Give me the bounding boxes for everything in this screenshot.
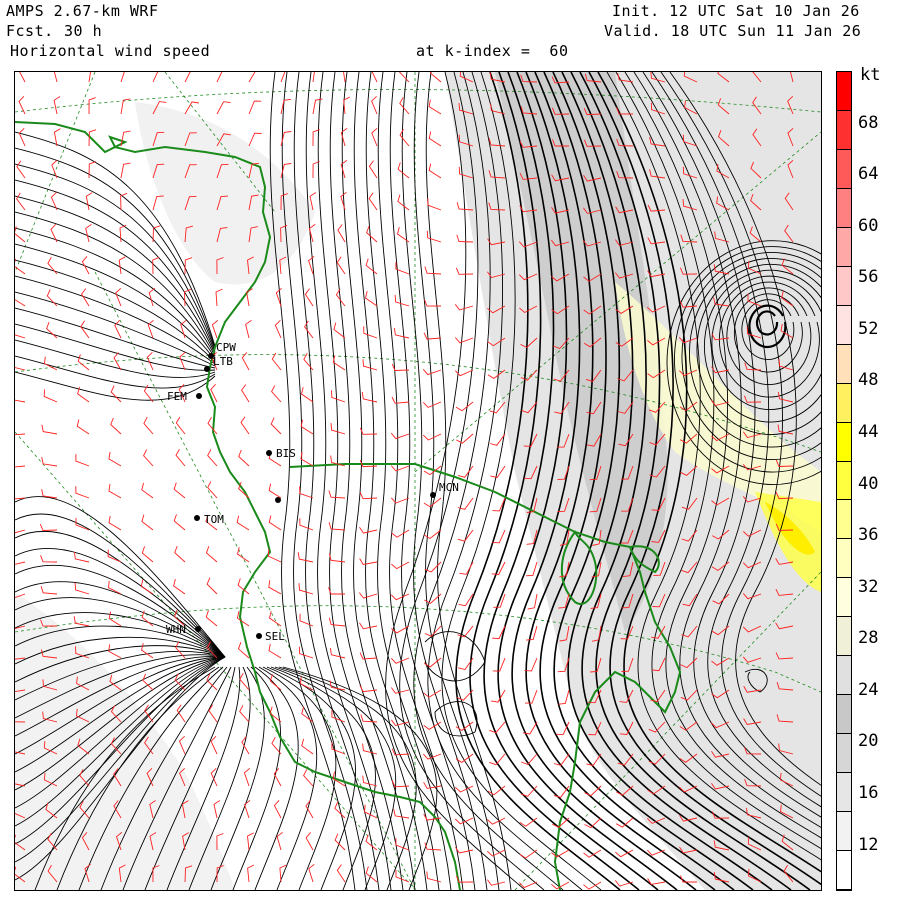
valid-time: Valid. 18 UTC Sun 11 Jan 26 bbox=[604, 22, 862, 40]
colorbar-tick-label: 12 bbox=[858, 834, 879, 855]
map-panel[interactable]: CPW LTB FEM BIS TOM MCN WHN SEL bbox=[14, 71, 822, 891]
colorbar-cell bbox=[837, 578, 851, 618]
svg-text:TOM: TOM bbox=[204, 513, 224, 526]
colorbar-tick-label: 20 bbox=[858, 731, 879, 752]
colorbar-cell bbox=[837, 344, 851, 384]
forecast-value: 30 h bbox=[64, 22, 103, 40]
station-fem[interactable]: FEM bbox=[167, 390, 202, 403]
forecast-label: Fcst. bbox=[6, 22, 54, 40]
svg-text:FEM: FEM bbox=[167, 390, 187, 403]
station-ltb[interactable]: LTB bbox=[204, 355, 233, 372]
svg-text:SEL: SEL bbox=[265, 630, 285, 643]
station-mcn[interactable]: MCN bbox=[430, 481, 459, 498]
colorbar-cell bbox=[837, 461, 851, 501]
colorbar-tick-label: 52 bbox=[858, 318, 879, 339]
colorbar-cell bbox=[837, 383, 851, 423]
colorbar-tick-label: 56 bbox=[858, 267, 879, 288]
init-time: Init. 12 UTC Sat 10 Jan 26 bbox=[612, 2, 860, 20]
colorbar-cell bbox=[837, 773, 851, 813]
colorbar-tick-label: 64 bbox=[858, 164, 879, 185]
colorbar-cell bbox=[837, 227, 851, 267]
colorbar-cell bbox=[837, 305, 851, 345]
colorbar-cell bbox=[837, 149, 851, 189]
svg-text:WHN: WHN bbox=[166, 623, 186, 636]
colorbar-tick-label: 60 bbox=[858, 215, 879, 236]
colorbar-tick-label: 32 bbox=[858, 576, 879, 597]
colorbar-tick-label: 48 bbox=[858, 370, 879, 391]
station-tom[interactable]: TOM bbox=[194, 513, 224, 526]
model-title: AMPS 2.67-km WRF bbox=[6, 2, 159, 20]
colorbar-unit: kt bbox=[860, 65, 881, 85]
wind-speed-colorbar bbox=[836, 71, 852, 891]
colorbar-tick-label: 68 bbox=[858, 112, 879, 133]
colorbar-cell bbox=[837, 812, 851, 852]
colorbar-cell bbox=[837, 617, 851, 657]
colorbar-cell bbox=[837, 539, 851, 579]
svg-text:CPW: CPW bbox=[216, 341, 236, 354]
station-bis[interactable]: BIS bbox=[266, 447, 296, 460]
svg-text:MCN: MCN bbox=[439, 481, 459, 494]
field-name: Horizontal wind speed bbox=[10, 42, 211, 60]
colorbar-cell bbox=[837, 656, 851, 696]
colorbar-cell bbox=[837, 188, 851, 228]
station-erm[interactable] bbox=[275, 497, 281, 503]
svg-text:LTB: LTB bbox=[213, 355, 233, 368]
colorbar-tick-label: 28 bbox=[858, 628, 879, 649]
colorbar-tick-label: 36 bbox=[858, 525, 879, 546]
colorbar-cell bbox=[837, 851, 851, 890]
colorbar-cell bbox=[837, 500, 851, 540]
colorbar-tick-label: 40 bbox=[858, 473, 879, 494]
colorbar-tick-label: 44 bbox=[858, 422, 879, 442]
colorbar-cell bbox=[837, 695, 851, 735]
svg-text:BIS: BIS bbox=[276, 447, 296, 460]
colorbar-cell bbox=[837, 110, 851, 150]
level-index: at k-index = 60 bbox=[416, 42, 569, 60]
colorbar-cell bbox=[837, 266, 851, 306]
colorbar-tick-label: 16 bbox=[858, 783, 879, 804]
colorbar-cell bbox=[837, 72, 851, 111]
colorbar-cell bbox=[837, 422, 851, 462]
colorbar-cell bbox=[837, 734, 851, 774]
station-sel[interactable]: SEL bbox=[256, 630, 285, 643]
colorbar-tick-label: 24 bbox=[858, 679, 879, 700]
